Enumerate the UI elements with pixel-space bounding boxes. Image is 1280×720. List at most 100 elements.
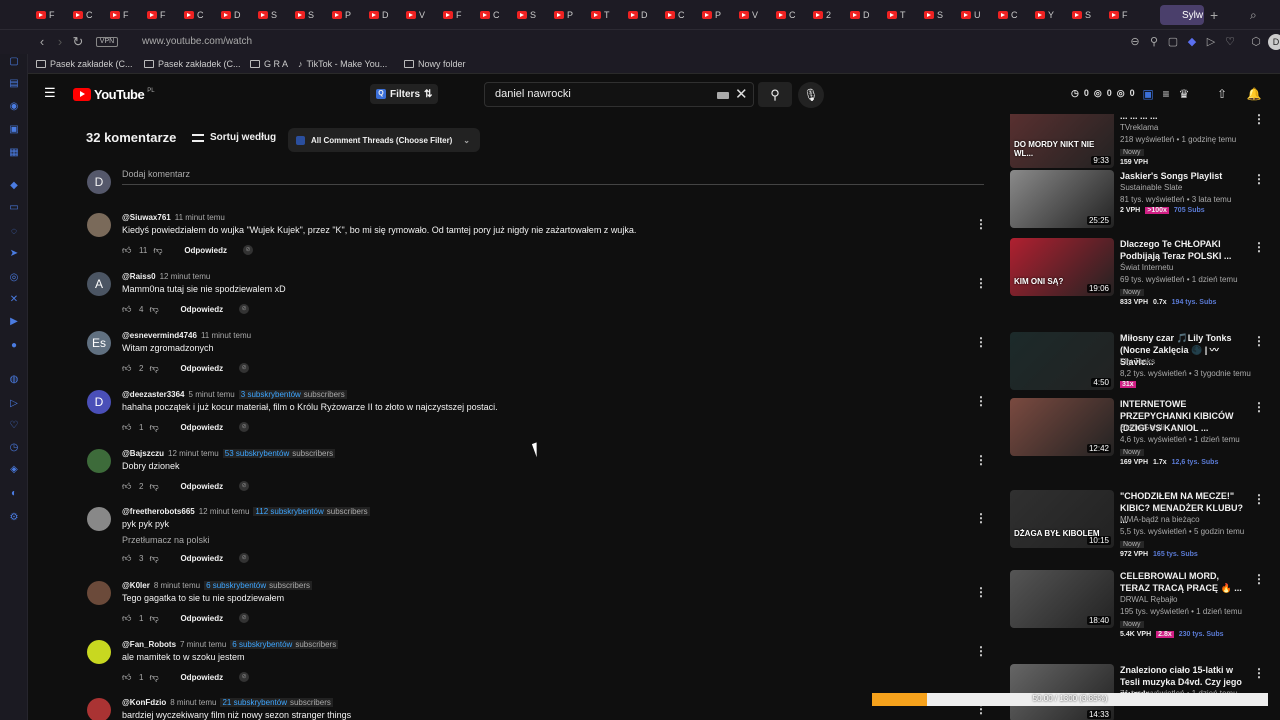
dislike-icon[interactable]: 👎︎ xyxy=(149,613,160,623)
back-icon[interactable]: ‹ xyxy=(34,34,50,50)
dislike-icon[interactable]: 👎︎ xyxy=(149,422,160,432)
search-button[interactable]: ⚲ xyxy=(758,82,792,107)
comment-author[interactable]: @deezaster3364 xyxy=(122,390,185,399)
browser-tab[interactable]: U xyxy=(961,6,989,24)
channel-name[interactable]: Lily Tonks xyxy=(1120,357,1155,366)
browser-tab[interactable]: C xyxy=(480,6,508,24)
sidebar-app-icon[interactable]: ▷ xyxy=(8,398,20,410)
comment-avatar[interactable]: A xyxy=(87,272,111,296)
reply-button[interactable]: Odpowiedz xyxy=(180,614,223,623)
comment-menu-icon[interactable]: ⋮ xyxy=(975,217,987,231)
active-tab[interactable]: Sylw xyxy=(1160,5,1204,25)
extension-dot-icon[interactable]: ⊘ xyxy=(239,613,250,623)
like-icon[interactable]: 👍︎ xyxy=(122,304,133,314)
sidebar-app-icon[interactable]: ● xyxy=(8,340,20,352)
browser-tab[interactable]: D xyxy=(628,6,656,24)
sidebar-app-icon[interactable]: ▤ xyxy=(8,78,20,90)
browser-tab[interactable]: V xyxy=(739,6,767,24)
video-menu-icon[interactable]: ⋮ xyxy=(1253,400,1265,414)
bookmark-folder[interactable]: G R A xyxy=(250,57,288,71)
sidebar-app-icon[interactable]: ▭ xyxy=(8,202,20,214)
shield-icon[interactable]: ◆ xyxy=(1185,35,1199,49)
pin-icon[interactable]: ⚲ xyxy=(1147,35,1161,49)
add-comment-input[interactable]: Dodaj komentarz xyxy=(122,169,984,185)
video-title[interactable]: CELEBROWALI MORD, TERAZ TRACĄ PRACĘ 🔥 ..… xyxy=(1120,570,1248,594)
browser-tab[interactable]: T xyxy=(591,6,619,24)
comment-author[interactable]: @Fan_Robots xyxy=(122,640,176,649)
list-icon[interactable]: ≡ xyxy=(1158,86,1174,102)
bookmark-folder[interactable]: Pasek zakładek (C... xyxy=(144,57,241,71)
video-title[interactable]: ... ... ... ... xyxy=(1120,114,1248,122)
comment-author[interactable]: @K0ler xyxy=(122,581,150,590)
translate-link[interactable]: Przetłumacz na polski xyxy=(122,535,210,545)
like-icon[interactable]: 👍︎ xyxy=(122,245,133,255)
channel-name[interactable]: TVreklama xyxy=(1120,123,1158,132)
comment-author[interactable]: @esnevermind4746 xyxy=(122,331,197,340)
extension-dot-icon[interactable]: ⊘ xyxy=(239,553,250,563)
reply-button[interactable]: Odpowiedz xyxy=(180,423,223,432)
related-video[interactable]: 12:42 INTERNETOWE PRZEPYCHANKI KIBICÓW (D… xyxy=(1010,398,1272,488)
extension-dot-icon[interactable]: ⊘ xyxy=(239,363,250,373)
sidebar-app-icon[interactable]: ▶ xyxy=(8,316,20,328)
video-thumbnail[interactable]: KIM ONI SĄ? 19:06 xyxy=(1010,238,1114,296)
bookmark-link[interactable]: ♪ TikTok - Make You... xyxy=(298,57,387,71)
sidebar-app-icon[interactable]: ◎ xyxy=(8,272,20,284)
comment-menu-icon[interactable]: ⋮ xyxy=(975,511,987,525)
keyboard-icon[interactable] xyxy=(717,92,729,99)
browser-tab[interactable]: F xyxy=(147,6,175,24)
browser-tab[interactable]: V xyxy=(406,6,434,24)
hamburger-menu-icon[interactable]: ☰ xyxy=(44,86,58,100)
related-video[interactable]: 18:40 CELEBROWALI MORD, TERAZ TRACĄ PRACĘ… xyxy=(1010,570,1272,660)
video-menu-icon[interactable]: ⋮ xyxy=(1253,240,1265,254)
like-icon[interactable]: 👍︎ xyxy=(122,553,133,563)
profile-avatar[interactable]: D xyxy=(1268,34,1280,50)
comment-author[interactable]: @freetherobots665 xyxy=(122,507,195,516)
extension-dot-icon[interactable]: ⊘ xyxy=(242,245,253,255)
trophy-icon[interactable]: ♛ xyxy=(1176,86,1192,102)
video-thumbnail[interactable]: 18:40 xyxy=(1010,570,1114,628)
browser-tab[interactable]: P xyxy=(554,6,582,24)
comment-filter-dropdown[interactable]: All Comment Threads (Choose Filter) ⌄ xyxy=(288,128,480,152)
clear-icon[interactable]: ✕ xyxy=(735,87,748,102)
related-video[interactable]: KIM ONI SĄ? 19:06 Dlaczego Te CHŁOPAKI Pod… xyxy=(1010,238,1272,328)
dislike-icon[interactable]: 👎︎ xyxy=(149,304,160,314)
video-menu-icon[interactable]: ⋮ xyxy=(1253,334,1265,348)
sidebar-app-icon[interactable]: ✕ xyxy=(8,294,20,306)
video-menu-icon[interactable]: ⋮ xyxy=(1253,172,1265,186)
comment-avatar[interactable] xyxy=(87,213,111,237)
browser-tab[interactable]: C xyxy=(73,6,101,24)
browser-tab[interactable]: F xyxy=(110,6,138,24)
comment-menu-icon[interactable]: ⋮ xyxy=(975,335,987,349)
reply-button[interactable]: Odpowiedz xyxy=(180,554,223,563)
upload-icon[interactable]: ⇧ xyxy=(1214,86,1230,102)
browser-tab[interactable]: P xyxy=(332,6,360,24)
video-thumbnail[interactable]: DŻAGA BYŁ KIBOLEM 10:15 xyxy=(1010,490,1114,548)
sidebar-app-icon[interactable]: ⚙ xyxy=(8,512,20,524)
sidebar-app-icon[interactable]: ◆ xyxy=(8,180,20,192)
browser-tab[interactable]: D xyxy=(369,6,397,24)
browser-tab[interactable]: S xyxy=(1072,6,1100,24)
reply-button[interactable]: Odpowiedz xyxy=(184,246,227,255)
video-thumbnail[interactable]: DO MORDY NIKT NIE WL... 9:33 xyxy=(1010,114,1114,168)
filters-button[interactable]: Q Filters ⇅ xyxy=(370,84,439,104)
comment-menu-icon[interactable]: ⋮ xyxy=(975,394,987,408)
comment-menu-icon[interactable]: ⋮ xyxy=(975,453,987,467)
browser-tab[interactable]: C xyxy=(998,6,1026,24)
comment-time[interactable]: 5 minut temu xyxy=(189,390,235,399)
comment-time[interactable]: 8 minut temu xyxy=(170,698,216,707)
browser-tab[interactable]: F xyxy=(443,6,471,24)
like-icon[interactable]: 👍︎ xyxy=(122,422,133,432)
extensions-icon[interactable]: ⬡ xyxy=(1249,35,1263,49)
channel-name[interactable]: Sustainable Slate xyxy=(1120,183,1182,192)
video-thumbnail[interactable]: 14:33 xyxy=(1010,664,1114,720)
video-menu-icon[interactable]: ⋮ xyxy=(1253,572,1265,586)
like-icon[interactable]: 👍︎ xyxy=(122,481,133,491)
browser-tab[interactable]: S xyxy=(924,6,952,24)
browser-tab[interactable]: D xyxy=(850,6,878,24)
video-thumbnail[interactable]: 12:42 xyxy=(1010,398,1114,456)
new-tab-button[interactable]: + xyxy=(1210,6,1224,24)
browser-tab[interactable]: S xyxy=(517,6,545,24)
voice-search-button[interactable]: 🎙 xyxy=(798,82,824,108)
comment-menu-icon[interactable]: ⋮ xyxy=(975,276,987,290)
extension-dot-icon[interactable]: ⊘ xyxy=(239,481,250,491)
